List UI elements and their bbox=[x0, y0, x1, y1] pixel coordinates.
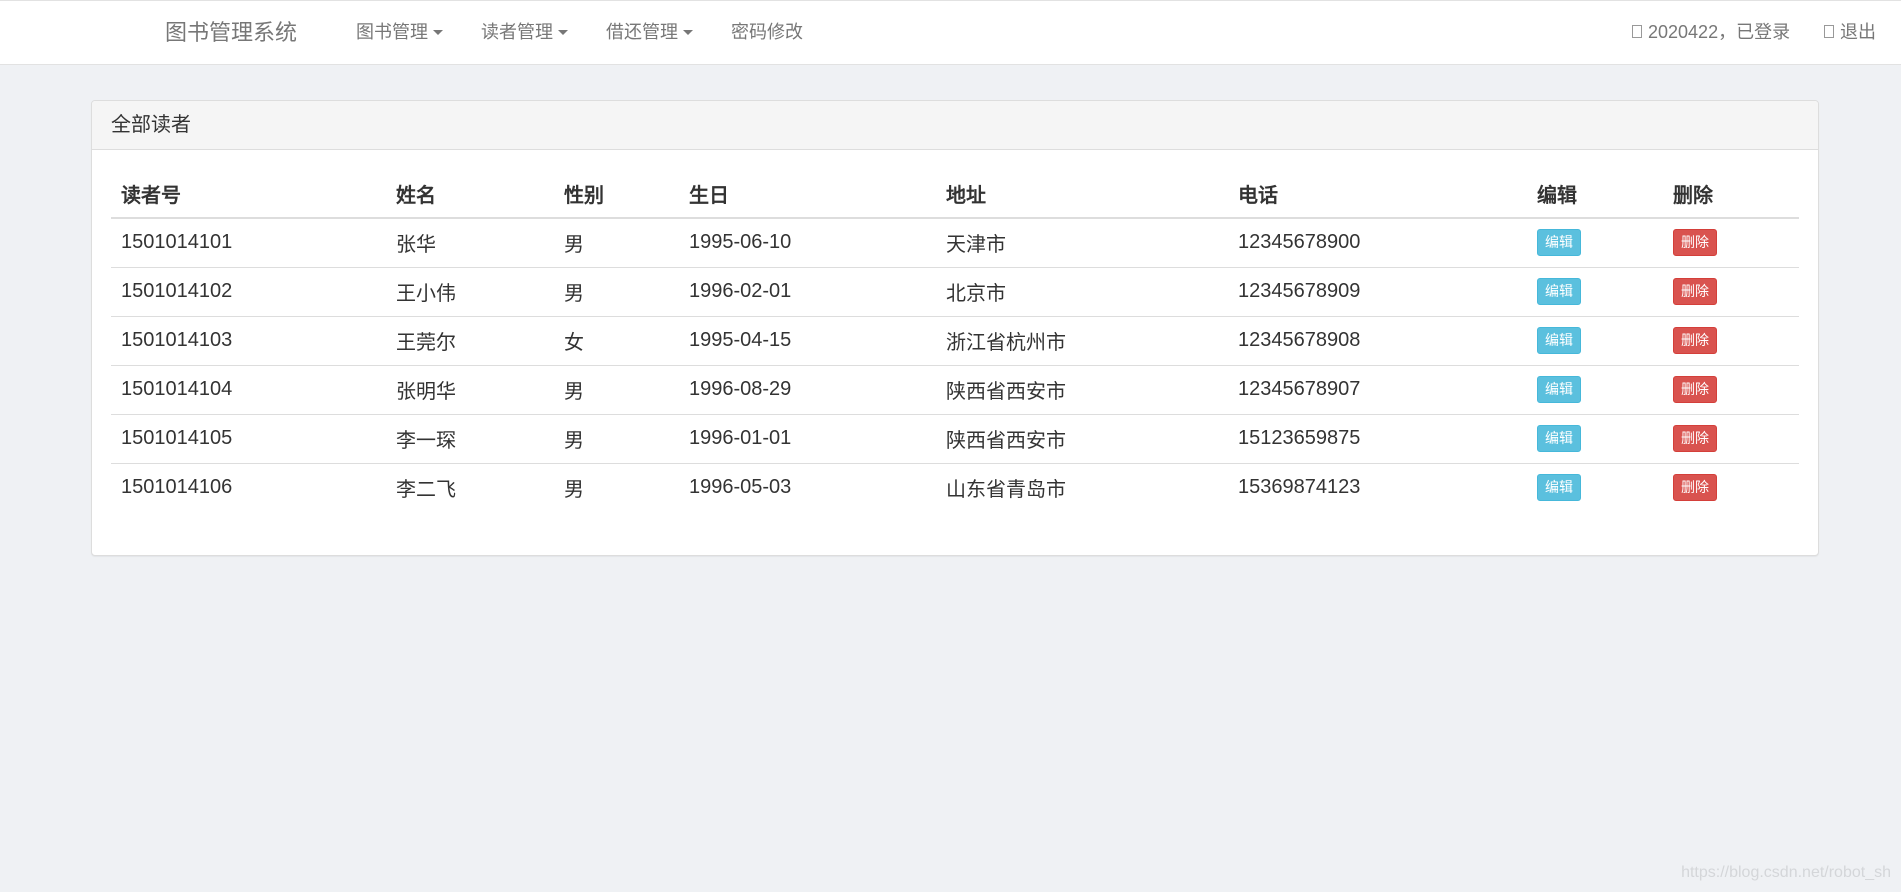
readers-table: 读者号 姓名 性别 生日 地址 电话 编辑 删除 1501014101 张华 男… bbox=[111, 170, 1799, 512]
caret-down-icon bbox=[683, 29, 693, 35]
edit-cell: 编辑 bbox=[1527, 364, 1663, 414]
column-header: 性别 bbox=[554, 170, 679, 219]
edit-button[interactable]: 编辑 bbox=[1537, 425, 1581, 452]
reader-sex: 男 bbox=[554, 462, 679, 512]
edit-cell: 编辑 bbox=[1527, 218, 1663, 267]
reader-address: 山东省青岛市 bbox=[936, 462, 1228, 512]
reader-address: 浙江省杭州市 bbox=[936, 315, 1228, 365]
column-header: 编辑 bbox=[1527, 170, 1663, 219]
caret-down-icon bbox=[558, 29, 568, 35]
edit-button[interactable]: 编辑 bbox=[1537, 229, 1581, 257]
delete-cell: 删除 bbox=[1663, 364, 1799, 414]
caret-down-icon bbox=[433, 29, 443, 35]
menu-borrow-management[interactable]: 借还管理 bbox=[606, 1, 693, 64]
delete-cell: 删除 bbox=[1663, 218, 1799, 267]
reader-address: 天津市 bbox=[946, 234, 1006, 257]
reader-birth: 1996-05-03 bbox=[679, 462, 936, 512]
delete-cell: 删除 bbox=[1663, 413, 1799, 463]
menu-reader-management[interactable]: 读者管理 bbox=[481, 1, 568, 64]
table-row: 1501014102 王小伟 男 1996-02-01 北京市 12345678… bbox=[111, 266, 1799, 316]
column-header: 生日 bbox=[679, 170, 936, 219]
edit-cell: 编辑 bbox=[1527, 315, 1663, 365]
menu-book-management[interactable]: 图书管理 bbox=[356, 1, 443, 64]
delete-cell: 删除 bbox=[1663, 315, 1799, 365]
reader-birth: 1995-04-15 bbox=[679, 315, 936, 365]
reader-birth: 1996-01-01 bbox=[679, 413, 936, 463]
column-header: 地址 bbox=[936, 170, 1228, 219]
reader-sex: 女 bbox=[554, 315, 679, 365]
reader-address: 北京市 bbox=[936, 266, 1228, 316]
delete-button[interactable]: 删除 bbox=[1673, 376, 1717, 403]
edit-button[interactable]: 编辑 bbox=[1537, 474, 1581, 502]
table-header-row: 读者号 姓名 性别 生日 地址 电话 编辑 删除 bbox=[111, 170, 1799, 219]
reader-address: 陕西省西安市 bbox=[936, 364, 1228, 414]
reader-name: 李一琛 bbox=[386, 413, 554, 463]
delete-button[interactable]: 删除 bbox=[1673, 474, 1717, 502]
user-icon bbox=[1632, 24, 1642, 38]
user-status[interactable]: 2020422，已登录 bbox=[1632, 1, 1790, 64]
edit-cell: 编辑 bbox=[1527, 266, 1663, 316]
reader-sex: 男 bbox=[554, 364, 679, 414]
menu-label: 图书管理 bbox=[356, 22, 428, 42]
edit-cell: 编辑 bbox=[1527, 413, 1663, 463]
reader-id: 1501014104 bbox=[111, 364, 386, 414]
reader-id: 1501014105 bbox=[111, 413, 386, 463]
reader-phone: 15123659875 bbox=[1228, 413, 1527, 463]
reader-phone: 15369874123 bbox=[1228, 462, 1527, 512]
reader-id: 1501014101 bbox=[121, 231, 233, 254]
reader-name: 王莞尔 bbox=[386, 315, 554, 365]
reader-sex: 男 bbox=[554, 266, 679, 316]
user-status-text: 2020422，已登录 bbox=[1648, 22, 1791, 42]
reader-address: 陕西省西安市 bbox=[936, 413, 1228, 463]
watermark: https://blog.csdn.net/robot_sh bbox=[1681, 864, 1891, 881]
table-row: 1501014103 王莞尔 女 1995-04-15 浙江省杭州市 12345… bbox=[111, 315, 1799, 365]
menu-label: 密码修改 bbox=[731, 22, 803, 42]
table-row: 1501014105 李一琛 男 1996-01-01 陕西省西安市 15123… bbox=[111, 413, 1799, 463]
reader-name: 张明华 bbox=[386, 364, 554, 414]
delete-button[interactable]: 删除 bbox=[1673, 327, 1717, 354]
column-header: 电话 bbox=[1228, 170, 1527, 219]
table-row: 1501014106 李二飞 男 1996-05-03 山东省青岛市 15369… bbox=[111, 462, 1799, 512]
delete-cell: 删除 bbox=[1663, 266, 1799, 316]
reader-birth: 1995-06-10 bbox=[689, 231, 792, 254]
logout-icon bbox=[1824, 24, 1834, 38]
reader-phone: 12345678907 bbox=[1228, 364, 1527, 414]
column-header: 删除 bbox=[1663, 170, 1799, 219]
edit-cell: 编辑 bbox=[1527, 462, 1663, 512]
edit-button[interactable]: 编辑 bbox=[1537, 327, 1581, 354]
reader-name: 李二飞 bbox=[386, 462, 554, 512]
reader-birth: 1996-08-29 bbox=[679, 364, 936, 414]
app-brand[interactable]: 图书管理系统 bbox=[165, 1, 297, 64]
reader-sex: 男 bbox=[554, 413, 679, 463]
delete-button[interactable]: 删除 bbox=[1673, 229, 1717, 257]
table-row: 1501014101 张华 男 1995-06-10 天津市 123456789… bbox=[111, 218, 1799, 267]
reader-id: 1501014103 bbox=[111, 315, 386, 365]
table-row: 1501014104 张明华 男 1996-08-29 陕西省西安市 12345… bbox=[111, 364, 1799, 414]
reader-phone: 12345678909 bbox=[1228, 266, 1527, 316]
reader-name: 王小伟 bbox=[386, 266, 554, 316]
edit-button[interactable]: 编辑 bbox=[1537, 376, 1581, 403]
logout-label: 退出 bbox=[1840, 22, 1876, 42]
reader-birth: 1996-02-01 bbox=[679, 266, 936, 316]
menu-change-password[interactable]: 密码修改 bbox=[731, 1, 803, 64]
delete-cell: 删除 bbox=[1663, 462, 1799, 512]
menu-label: 借还管理 bbox=[606, 22, 678, 42]
reader-sex: 男 bbox=[564, 234, 584, 257]
reader-name: 张华 bbox=[396, 234, 436, 257]
reader-phone: 12345678900 bbox=[1238, 231, 1361, 254]
edit-button[interactable]: 编辑 bbox=[1537, 278, 1581, 305]
reader-phone: 12345678908 bbox=[1228, 315, 1527, 365]
menu-label: 读者管理 bbox=[481, 22, 553, 42]
top-navbar: 图书管理系统 图书管理 读者管理 借还管理 密码修改 2020422，已登录 退… bbox=[0, 0, 1901, 65]
readers-panel: 全部读者 读者号 姓名 性别 生日 地址 电话 编辑 删除 1501014101… bbox=[91, 100, 1819, 556]
column-header: 姓名 bbox=[386, 170, 554, 219]
reader-id: 1501014102 bbox=[111, 266, 386, 316]
reader-id: 1501014106 bbox=[111, 462, 386, 512]
panel-title: 全部读者 bbox=[92, 101, 1818, 150]
logout-link[interactable]: 退出 bbox=[1824, 1, 1876, 64]
delete-button[interactable]: 删除 bbox=[1673, 278, 1717, 305]
column-header: 读者号 bbox=[111, 170, 386, 219]
delete-button[interactable]: 删除 bbox=[1673, 425, 1717, 452]
